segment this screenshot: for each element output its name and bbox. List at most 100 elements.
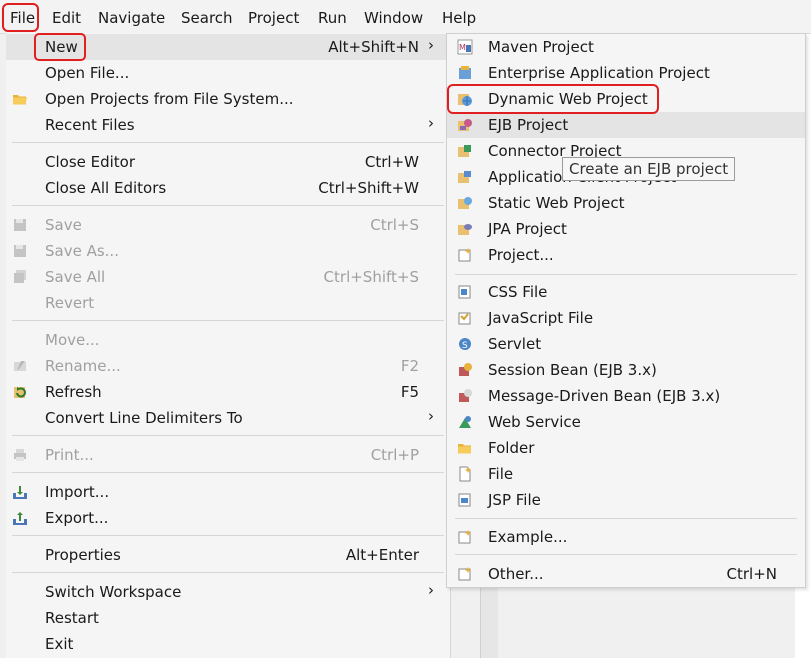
menu-bar: File Edit Navigate Search Project Run Wi… [0, 0, 811, 34]
submenu-item-label: JPA Project [488, 220, 567, 238]
servlet-icon: S [459, 338, 471, 351]
submenu-item-label: File [488, 465, 514, 483]
submenu-item-shortcut: Ctrl+N [726, 565, 777, 583]
menu-item-shortcut: Ctrl+S [370, 216, 419, 234]
editor-scrollbar-fragment [480, 588, 498, 658]
submenu-item-jpa-project[interactable]: JPA Project [447, 216, 805, 242]
submenu-item-web-service[interactable]: Web Service [447, 409, 805, 435]
submenu-item-example[interactable]: Example... [447, 524, 805, 550]
menu-item-save[interactable]: Save Ctrl+S [6, 212, 450, 238]
menu-item-label: Save [45, 216, 82, 234]
menu-help[interactable]: Help [442, 0, 476, 33]
maven-icon: M [457, 39, 473, 55]
menu-item-rename[interactable]: Rename... F2 [6, 353, 450, 379]
submenu-item-label: CSS File [488, 283, 548, 301]
menu-item-print[interactable]: Print... Ctrl+P [6, 442, 450, 468]
menu-item-properties[interactable]: Properties Alt+Enter [6, 542, 450, 568]
svg-text:M: M [459, 43, 466, 52]
submenu-item-label: Maven Project [488, 38, 594, 56]
menu-separator [12, 320, 444, 321]
menu-item-save-all[interactable]: Save All Ctrl+Shift+S [6, 264, 450, 290]
menu-separator [455, 274, 797, 275]
menu-item-open-file[interactable]: Open File... [6, 60, 450, 86]
submenu-item-javascript-file[interactable]: JavaScript File [447, 305, 805, 331]
menu-item-label: Save As... [45, 242, 119, 260]
menu-item-export[interactable]: Export... [6, 505, 450, 531]
submenu-item-ejb-project[interactable]: EJB Project [447, 112, 805, 138]
menu-item-label: Recent Files [45, 116, 135, 134]
menu-navigate[interactable]: Navigate [98, 0, 165, 33]
rename-icon [14, 361, 26, 371]
menu-edit[interactable]: Edit [52, 0, 81, 33]
chevron-right-icon: › [428, 36, 434, 54]
dynamic-web-project-annotation-box [447, 84, 659, 114]
session-bean-icon [459, 363, 472, 376]
web-service-icon [459, 416, 471, 428]
menu-item-open-projects[interactable]: Open Projects from File System... [6, 86, 450, 112]
menu-item-label: Open Projects from File System... [45, 90, 294, 108]
submenu-item-enterprise-application-project[interactable]: Enterprise Application Project [447, 60, 805, 86]
submenu-item-label: Web Service [488, 413, 581, 431]
submenu-item-other[interactable]: Other... Ctrl+N [447, 561, 805, 587]
javascript-icon [458, 312, 471, 325]
submenu-item-label: Static Web Project [488, 194, 625, 212]
menu-item-exit[interactable]: Exit [6, 631, 450, 657]
menu-run[interactable]: Run [318, 0, 347, 33]
menu-separator [12, 205, 444, 206]
menu-window[interactable]: Window [364, 0, 423, 33]
folder-open-icon [13, 95, 27, 105]
menu-item-recent-files[interactable]: Recent Files › [6, 112, 450, 138]
chevron-right-icon: › [428, 407, 434, 425]
submenu-item-message-driven-bean[interactable]: Message-Driven Bean (EJB 3.x) [447, 383, 805, 409]
mdb-icon [459, 389, 472, 402]
menu-item-label: Switch Workspace [45, 583, 182, 601]
file-menu-dropdown: New Alt+Shift+N › Open File... Open Proj… [6, 33, 451, 658]
jsp-icon [458, 493, 471, 507]
submenu-item-jsp-file[interactable]: JSP File [447, 487, 805, 513]
menu-item-shortcut: Ctrl+Shift+W [318, 179, 419, 197]
menu-search[interactable]: Search [181, 0, 233, 33]
menu-item-label: Close All Editors [45, 179, 167, 197]
menu-separator [12, 435, 444, 436]
menu-project[interactable]: Project [248, 0, 299, 33]
save-icon [14, 219, 26, 231]
project-icon [458, 248, 471, 262]
submenu-item-maven-project[interactable]: M Maven Project [447, 34, 805, 60]
menu-item-close-editor[interactable]: Close Editor Ctrl+W [6, 149, 450, 175]
menu-item-shortcut: Ctrl+P [370, 446, 419, 464]
menu-item-shortcut: Ctrl+W [364, 153, 419, 171]
connector-icon [458, 145, 471, 157]
menu-item-refresh[interactable]: Refresh F5 [6, 379, 450, 405]
import-icon [13, 486, 27, 499]
submenu-item-servlet[interactable]: S Servlet [447, 331, 805, 357]
submenu-item-static-web-project[interactable]: Static Web Project [447, 190, 805, 216]
menu-item-revert[interactable]: Revert [6, 290, 450, 316]
static-web-icon [458, 197, 472, 209]
submenu-item-project[interactable]: Project... [447, 242, 805, 268]
menu-item-close-all-editors[interactable]: Close All Editors Ctrl+Shift+W [6, 175, 450, 201]
menu-item-switch-workspace[interactable]: Switch Workspace › [6, 579, 450, 605]
submenu-item-folder[interactable]: Folder [447, 435, 805, 461]
menu-item-label: Export... [45, 509, 109, 527]
menu-item-import[interactable]: Import... [6, 479, 450, 505]
submenu-item-css-file[interactable]: CSS File [447, 279, 805, 305]
chevron-right-icon: › [428, 581, 434, 599]
menu-separator [12, 535, 444, 536]
file-menu-annotation-box [2, 3, 39, 32]
menu-item-label: Restart [45, 609, 99, 627]
menu-item-shortcut: Alt+Enter [345, 546, 419, 564]
submenu-item-label: Servlet [488, 335, 542, 353]
submenu-item-label: Message-Driven Bean (EJB 3.x) [488, 387, 721, 405]
menu-item-convert-line-delimiters[interactable]: Convert Line Delimiters To › [6, 405, 450, 431]
menu-item-restart[interactable]: Restart [6, 605, 450, 631]
file-icon [459, 466, 471, 482]
submenu-item-file[interactable]: File [447, 461, 805, 487]
submenu-item-label: Session Bean (EJB 3.x) [488, 361, 657, 379]
menu-item-save-as[interactable]: Save As... [6, 238, 450, 264]
menu-item-move[interactable]: Move... [6, 327, 450, 353]
menu-item-shortcut: F2 [400, 357, 419, 375]
other-icon [458, 567, 471, 581]
submenu-item-label: Project... [488, 246, 554, 264]
app-client-icon [458, 171, 471, 183]
submenu-item-session-bean[interactable]: Session Bean (EJB 3.x) [447, 357, 805, 383]
